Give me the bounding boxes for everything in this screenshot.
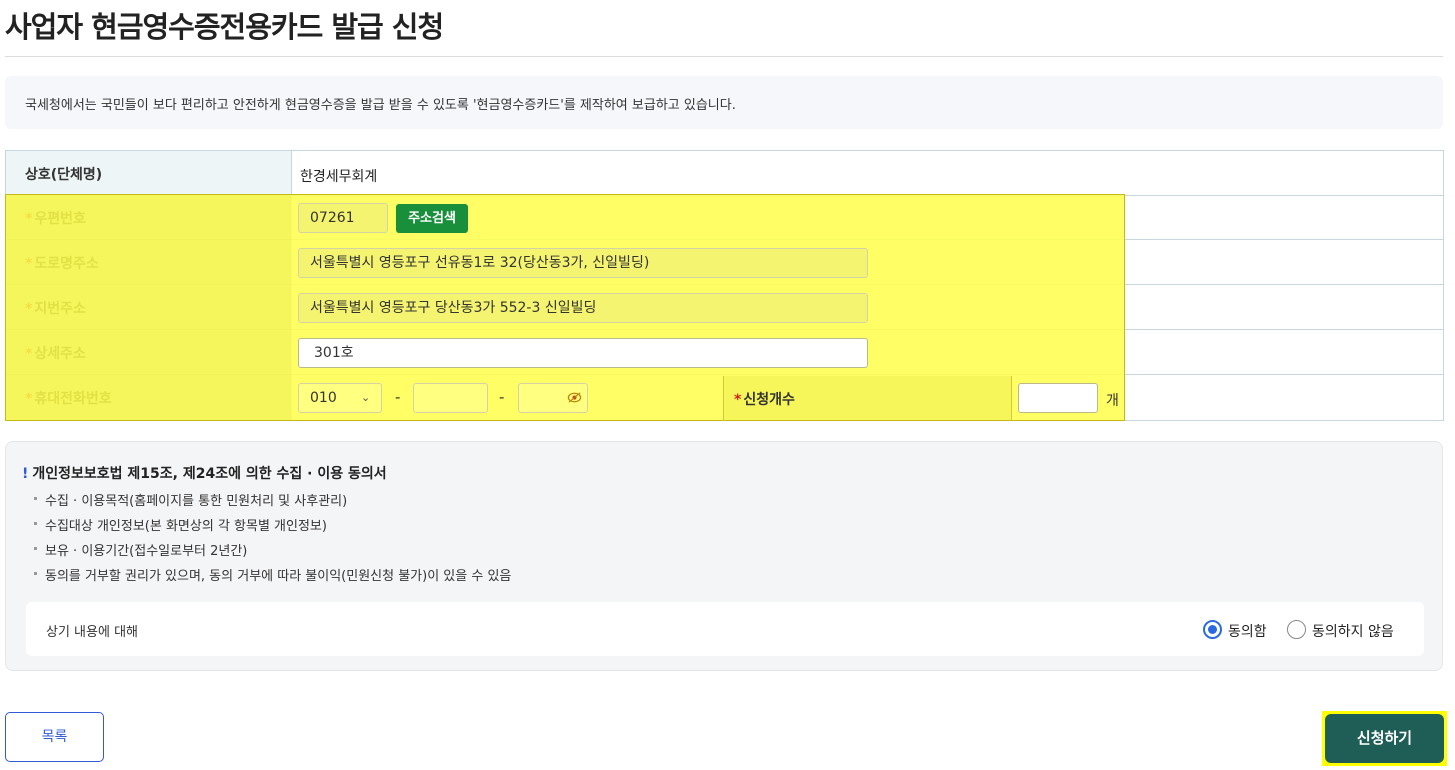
company-label-cell: 상호(단체명) bbox=[6, 151, 292, 195]
company-value: 한경세무회계 bbox=[300, 169, 378, 185]
consent-title-text: 개인정보보호법 제15조, 제24조에 의한 수집 · 이용 동의서 bbox=[32, 466, 387, 482]
detail-address-label: 상세주소 bbox=[34, 346, 86, 362]
row-phone: * 휴대전화번호 bbox=[6, 375, 1443, 420]
required-mark: * bbox=[25, 211, 33, 227]
postal-label: 우편번호 bbox=[34, 211, 86, 227]
notice-box: 국세청에서는 국민들이 보다 편리하고 안전하게 현금영수증을 발급 받을 수 … bbox=[5, 76, 1443, 129]
privacy-consent-box: ! 개인정보보호법 제15조, 제24조에 의한 수집 · 이용 동의서 수집 ·… bbox=[5, 441, 1443, 671]
submit-button[interactable]: 신청하기 bbox=[1325, 714, 1444, 763]
bullet-icon bbox=[34, 522, 37, 525]
quantity-unit: 개 bbox=[1106, 393, 1119, 409]
bullet-icon bbox=[34, 547, 37, 550]
row-company: 상호(단체명) 한경세무회계 bbox=[6, 151, 1443, 196]
submit-highlight: 신청하기 bbox=[1322, 711, 1447, 766]
bullet-icon bbox=[34, 572, 37, 575]
address-search-button[interactable]: 주소검색 bbox=[396, 204, 468, 233]
phone-separator: - bbox=[395, 388, 401, 406]
required-mark: * bbox=[25, 346, 33, 362]
password-eye-icon[interactable] bbox=[567, 390, 582, 405]
bullet-icon bbox=[34, 497, 37, 500]
phone-prefix-value: 010 bbox=[310, 390, 337, 406]
consent-item: 보유 · 이용기간(접수일로부터 2년간) bbox=[34, 540, 247, 559]
consent-title: ! 개인정보보호법 제15조, 제24조에 의한 수집 · 이용 동의서 bbox=[22, 463, 387, 483]
postal-label-cell: * 우편번호 bbox=[6, 195, 292, 239]
phone-label-cell: * 휴대전화번호 bbox=[6, 375, 292, 420]
required-mark: * bbox=[25, 256, 33, 272]
agree-prompt: 상기 내용에 대해 bbox=[46, 625, 138, 640]
consent-item: 수집대상 개인정보(본 화면상의 각 항목별 개인정보) bbox=[34, 515, 327, 534]
consent-item: 동의를 거부할 권리가 있으며, 동의 거부에 따라 불이익(민원신청 불가)이… bbox=[34, 565, 511, 584]
road-address-field[interactable]: 서울특별시 영등포구 선유동1로 32(당산동3가, 신일빌딩) bbox=[298, 248, 868, 278]
quantity-input[interactable] bbox=[1018, 383, 1098, 413]
detail-address-label-cell: * 상세주소 bbox=[6, 330, 292, 374]
agree-radio-label[interactable]: 동의함 bbox=[1228, 621, 1267, 641]
phone-separator: - bbox=[499, 388, 505, 406]
road-address-label: 도로명주소 bbox=[34, 256, 99, 272]
phone-label: 휴대전화번호 bbox=[34, 391, 112, 407]
lot-address-label: 지번주소 bbox=[34, 301, 86, 317]
agree-choice-box: 상기 내용에 대해 동의함 동의하지 않음 bbox=[26, 602, 1424, 656]
consent-item: 수집 · 이용목적(홈페이지를 통한 민원처리 및 사후관리) bbox=[34, 490, 347, 509]
disagree-radio[interactable] bbox=[1287, 620, 1306, 639]
postal-code-field[interactable]: 07261 bbox=[298, 203, 388, 233]
road-address-label-cell: * 도로명주소 bbox=[6, 240, 292, 284]
lot-address-field[interactable]: 서울특별시 영등포구 당산동3가 552-3 신일빌딩 bbox=[298, 293, 868, 323]
application-form: 상호(단체명) 한경세무회계 * 우편번호 * 도로명주소 * 지번주소 * 상세주소 … bbox=[5, 150, 1444, 421]
phone-prefix-select[interactable]: 010 ⌄ bbox=[298, 383, 382, 413]
company-value-cell: 한경세무회계 bbox=[293, 151, 1443, 195]
exclamation-icon: ! bbox=[22, 466, 29, 482]
required-mark: * bbox=[25, 301, 33, 317]
title-divider bbox=[5, 56, 1443, 57]
disagree-radio-label[interactable]: 동의하지 않음 bbox=[1312, 621, 1394, 641]
list-button[interactable]: 목록 bbox=[5, 712, 104, 762]
company-label: 상호(단체명) bbox=[25, 167, 103, 183]
lot-address-label-cell: * 지번주소 bbox=[6, 285, 292, 329]
page-title: 사업자 현금영수증전용카드 발급 신청 bbox=[5, 10, 444, 44]
required-mark: * bbox=[25, 391, 33, 407]
agree-radio[interactable] bbox=[1203, 620, 1222, 639]
row-postal: * 우편번호 bbox=[6, 195, 1443, 240]
detail-address-input[interactable]: 301호 bbox=[298, 338, 868, 368]
chevron-down-icon: ⌄ bbox=[361, 391, 371, 404]
phone-middle-input[interactable] bbox=[413, 383, 488, 413]
notice-text: 국세청에서는 국민들이 보다 편리하고 안전하게 현금영수증을 발급 받을 수 … bbox=[25, 98, 736, 113]
